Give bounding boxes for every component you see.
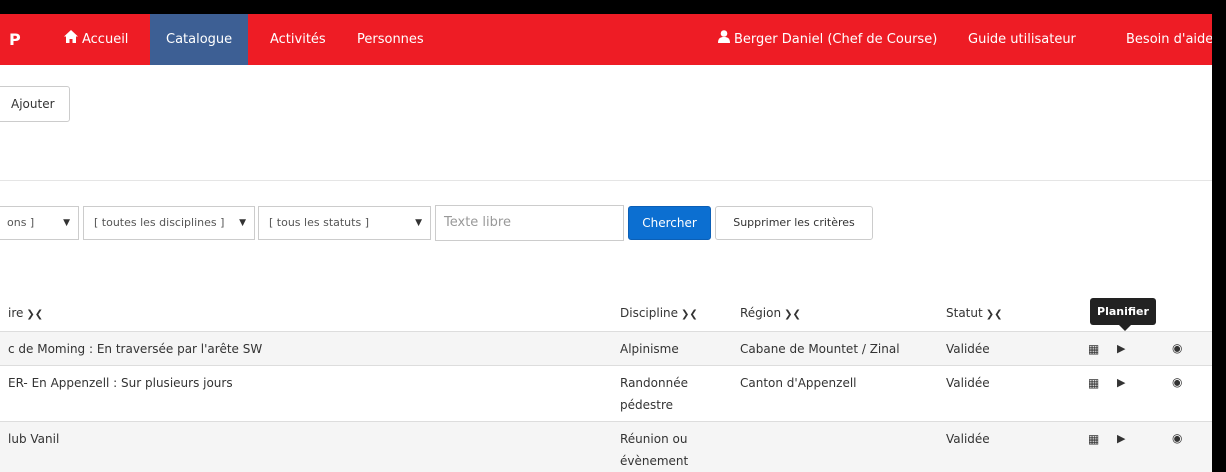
eye-icon[interactable]: ◉ [1172, 431, 1182, 445]
home-icon [64, 14, 78, 65]
cell-statut: Validée [946, 376, 990, 390]
search-button[interactable]: Chercher [628, 206, 711, 240]
header-discipline[interactable]: Discipline ❯❮ [620, 306, 698, 320]
header-region[interactable]: Région ❯❮ [740, 306, 801, 320]
dropdown-arrow-icon: ▼ [239, 218, 246, 228]
cell-statut: Validée [946, 432, 990, 446]
play-icon[interactable]: ▶ [1117, 376, 1125, 389]
select-statut-value: [ tous les statuts ] [269, 216, 369, 229]
header-region-label: Région [740, 306, 782, 320]
divider [0, 180, 1212, 181]
cell-discipline: Réunion ou évènement [620, 432, 689, 468]
select-filter-1-value: ons ] [7, 216, 35, 229]
screen-frame-right [1212, 0, 1226, 472]
table-row: c de Moming : En traversée par l'arête S… [0, 331, 1212, 366]
clear-criteria-button[interactable]: Supprimer les critères [715, 206, 873, 240]
search-input[interactable]: Texte libre [435, 205, 624, 241]
calendar-icon[interactable]: ▦ [1088, 376, 1099, 390]
nav-accueil-label: Accueil [82, 32, 129, 47]
tooltip-arrow [1119, 325, 1131, 331]
header-statut-label: Statut [946, 306, 983, 320]
nav-guide[interactable]: Guide utilisateur [968, 14, 1076, 65]
nav-personnes[interactable]: Personnes [357, 14, 424, 65]
header-title[interactable]: ire ❯❮ [8, 306, 43, 320]
dropdown-arrow-icon: ▼ [415, 218, 422, 228]
nav-help[interactable]: Besoin d'aide ? [1126, 14, 1212, 65]
select-discipline-value: [ toutes les disciplines ] [94, 216, 225, 229]
nav-activites[interactable]: Activités [270, 14, 326, 65]
eye-icon[interactable]: ◉ [1172, 375, 1182, 389]
play-icon[interactable]: ▶ [1117, 432, 1125, 445]
select-discipline[interactable]: [ toutes les disciplines ] ▼ [83, 206, 255, 240]
cell-title[interactable]: c de Moming : En traversée par l'arête S… [8, 338, 262, 360]
top-navbar: P Accueil Catalogue Activités Personnes … [0, 14, 1212, 65]
header-statut[interactable]: Statut ❯❮ [946, 306, 1002, 320]
sort-icon[interactable]: ❯❮ [681, 309, 698, 320]
nav-user-label: Berger Daniel (Chef de Course) [734, 32, 938, 47]
cell-region: Cabane de Mountet / Zinal [740, 342, 900, 356]
screen-frame-top [0, 0, 1226, 14]
nav-accueil[interactable]: Accueil [64, 14, 128, 65]
cell-discipline: Randonnée pédestre [620, 376, 688, 412]
app-page: P Accueil Catalogue Activités Personnes … [0, 0, 1226, 472]
cell-title[interactable]: ER- En Appenzell : Sur plusieurs jours [8, 372, 233, 394]
calendar-icon[interactable]: ▦ [1088, 342, 1099, 356]
calendar-icon[interactable]: ▦ [1088, 432, 1099, 446]
play-icon[interactable]: ▶ [1117, 342, 1125, 355]
cell-statut: Validée [946, 342, 990, 356]
header-discipline-label: Discipline [620, 306, 679, 320]
user-icon [718, 14, 730, 65]
cell-title[interactable]: lub Vanil [8, 428, 59, 450]
tooltip-planifier: Planifier [1090, 298, 1156, 325]
sort-icon[interactable]: ❯❮ [784, 309, 801, 320]
cell-region: Canton d'Appenzell [740, 376, 857, 390]
cell-discipline: Alpinisme [620, 342, 679, 356]
eye-icon[interactable]: ◉ [1172, 341, 1182, 355]
table-row: ER- En Appenzell : Sur plusieurs jours R… [0, 365, 1212, 422]
add-button[interactable]: Ajouter [0, 86, 70, 122]
select-statut[interactable]: [ tous les statuts ] ▼ [258, 206, 431, 240]
nav-user[interactable]: Berger Daniel (Chef de Course) [718, 14, 937, 65]
sort-icon[interactable]: ❯❮ [986, 309, 1003, 320]
nav-catalogue[interactable]: Catalogue [150, 14, 249, 65]
dropdown-arrow-icon: ▼ [63, 218, 70, 228]
table-row: lub Vanil Réunion ou évènement Validée ▦… [0, 421, 1212, 472]
select-filter-1[interactable]: ons ] ▼ [0, 206, 79, 240]
brand-logo[interactable]: P [9, 14, 21, 65]
sort-icon[interactable]: ❯❮ [26, 309, 43, 320]
header-title-label: ire [8, 306, 24, 320]
